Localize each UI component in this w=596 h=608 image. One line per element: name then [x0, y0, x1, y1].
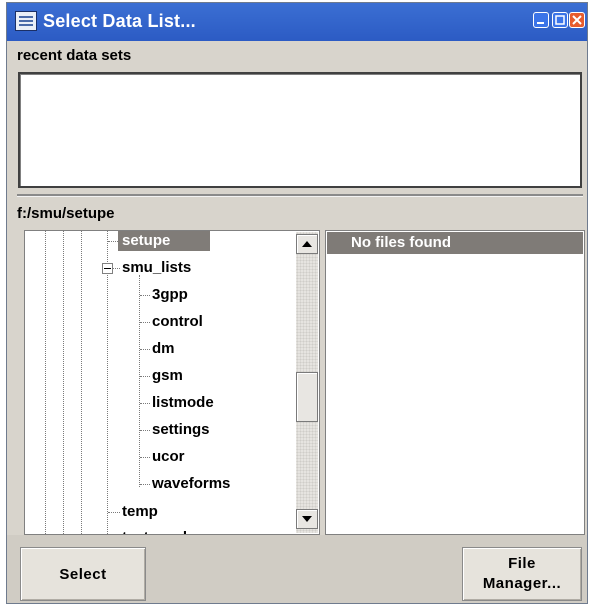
- scroll-down-button[interactable]: [296, 509, 318, 529]
- file-manager-label-line1: File: [508, 555, 536, 572]
- tree-connector: [140, 457, 150, 458]
- title-bar[interactable]: Select Data List...: [7, 3, 587, 41]
- file-manager-label-line2: Manager...: [482, 575, 562, 592]
- tree-node-listmode[interactable]: listmode: [152, 394, 214, 411]
- tree-node-setupe[interactable]: setupe: [118, 231, 211, 251]
- arrow-up-icon: [302, 241, 312, 247]
- tree-guide: [81, 231, 82, 534]
- tree-guide: [107, 231, 108, 534]
- tree-guide: [45, 231, 46, 534]
- tree-connector: [140, 349, 150, 350]
- tree-scrollbar[interactable]: [296, 232, 318, 533]
- minimize-icon[interactable]: [533, 12, 549, 28]
- window-title: Select Data List...: [43, 11, 196, 31]
- tree-node-smu-lists[interactable]: smu_lists: [122, 259, 191, 276]
- tree-connector: [140, 484, 150, 485]
- tree-guide: [139, 275, 140, 487]
- file-manager-button[interactable]: File Manager...: [462, 547, 582, 601]
- current-path: f:/smu/setupe: [17, 205, 115, 222]
- select-data-list-dialog: Select Data List... recent data sets f:/…: [6, 2, 588, 604]
- tree-node-control[interactable]: control: [152, 313, 203, 330]
- file-list[interactable]: No files found: [325, 230, 585, 535]
- arrow-down-icon: [302, 516, 312, 522]
- tree-node-settings[interactable]: settings: [152, 421, 210, 438]
- tree-connector: [140, 322, 150, 323]
- close-icon[interactable]: [569, 12, 585, 28]
- tree-connector: [140, 376, 150, 377]
- list-window-icon: [15, 11, 37, 31]
- tree-connector: [140, 430, 150, 431]
- directory-tree[interactable]: setupe smu_lists 3gpp control dm gsm lis…: [24, 230, 320, 535]
- tree-connector: [140, 295, 150, 296]
- tree-node-dm[interactable]: dm: [152, 340, 175, 357]
- tree-connector: [140, 403, 150, 404]
- recent-data-sets-label: recent data sets: [17, 47, 132, 64]
- divider: [17, 194, 583, 197]
- tree-node-gsm[interactable]: gsm: [152, 367, 183, 384]
- recent-data-sets-list[interactable]: [18, 72, 582, 188]
- tree-connector: [108, 512, 120, 513]
- select-button[interactable]: Select: [20, 547, 146, 601]
- scroll-up-button[interactable]: [296, 234, 318, 254]
- tree-guide: [63, 231, 64, 534]
- tree-node-waveforms[interactable]: waveforms: [152, 475, 230, 492]
- tree-node-ucor[interactable]: ucor: [152, 448, 185, 465]
- collapse-icon[interactable]: [102, 263, 113, 274]
- tree-node-3gpp[interactable]: 3gpp: [152, 286, 188, 303]
- tree-node-temp[interactable]: temp: [122, 503, 158, 520]
- no-files-found-label: No files found: [327, 232, 583, 254]
- scroll-thumb[interactable]: [296, 372, 318, 422]
- maximize-icon[interactable]: [552, 12, 568, 28]
- button-bar: Select File Manager...: [7, 535, 587, 603]
